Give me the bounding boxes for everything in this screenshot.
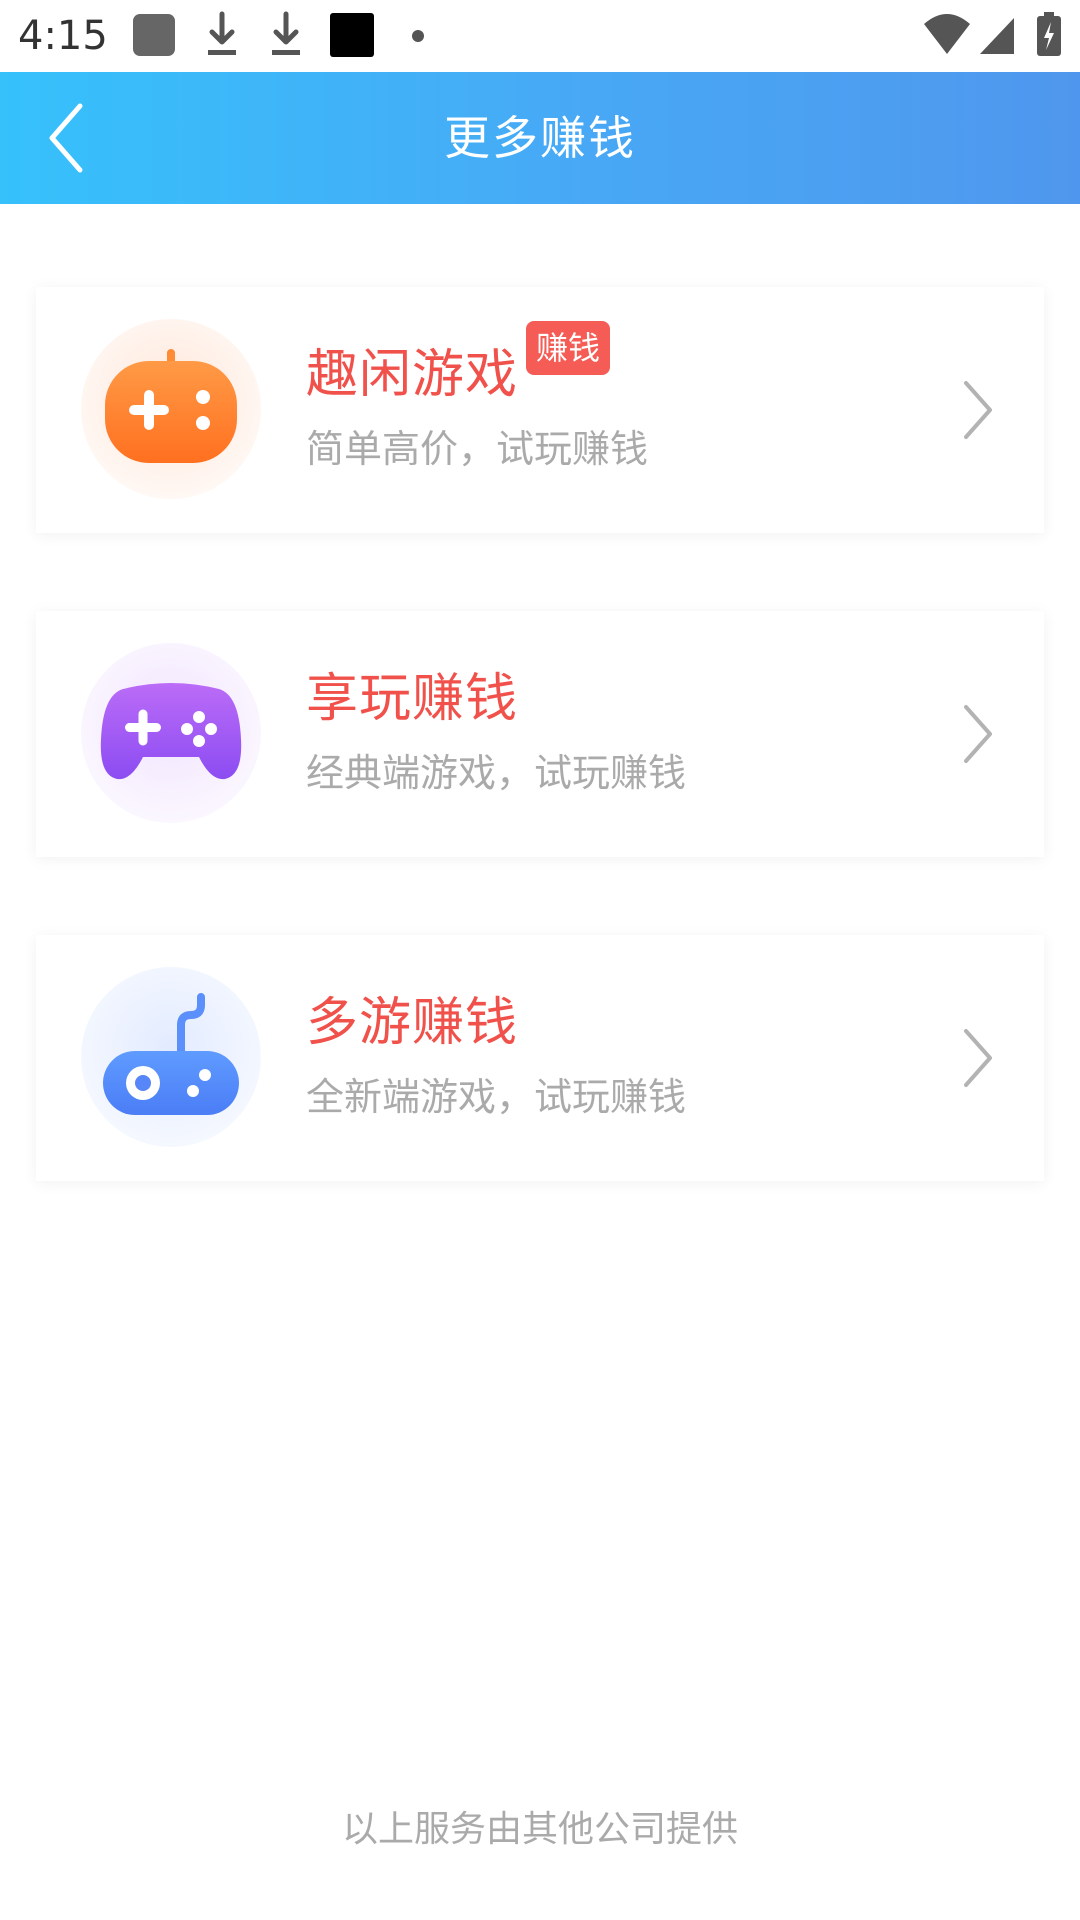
download-icon <box>208 11 236 55</box>
app-notification-icon <box>133 14 175 56</box>
card-enjoy-play[interactable]: 享玩赚钱 经典端游戏，试玩赚钱 <box>36 611 1044 857</box>
screen: 4:15 更多赚钱 趣闲游戏 赚钱 简单高价，试玩赚钱 享玩赚钱 经典端游戏，试… <box>0 0 1080 1920</box>
chevron-right-icon <box>964 381 992 439</box>
chevron-right-icon <box>964 705 992 763</box>
wifi-icon <box>924 14 970 54</box>
orange-gamepad-icon <box>81 319 261 499</box>
app-notification-icon <box>330 13 374 57</box>
card-title-row: 享玩赚钱 <box>306 661 518 737</box>
card-subtitle: 简单高价，试玩赚钱 <box>306 427 649 471</box>
blue-gamepad-icon <box>81 967 261 1147</box>
card-subtitle: 经典端游戏，试玩赚钱 <box>306 751 687 795</box>
back-button[interactable] <box>34 92 126 184</box>
card-title: 趣闲游戏 <box>306 345 519 405</box>
dot-icon <box>412 30 424 42</box>
chevron-left-icon <box>49 103 83 173</box>
card-title-row: 趣闲游戏 赚钱 <box>306 321 611 413</box>
card-multi-games[interactable]: 多游赚钱 全新端游戏，试玩赚钱 <box>36 935 1044 1181</box>
download-icon <box>272 11 300 55</box>
purple-gamepad-icon <box>81 643 261 823</box>
footer-note: 以上服务由其他公司提供 <box>341 1809 738 1850</box>
page-title: 更多赚钱 <box>444 111 636 165</box>
card-title-row: 多游赚钱 <box>306 985 518 1061</box>
earn-badge: 赚钱 <box>526 321 611 375</box>
card-casual-games[interactable]: 趣闲游戏 赚钱 简单高价，试玩赚钱 <box>36 287 1044 533</box>
card-title: 享玩赚钱 <box>306 669 519 729</box>
card-subtitle: 全新端游戏，试玩赚钱 <box>306 1075 687 1119</box>
status-time: 4:15 <box>18 13 108 59</box>
app-bar: 更多赚钱 <box>0 72 1080 204</box>
card-title: 多游赚钱 <box>306 993 519 1053</box>
battery-charging-icon <box>1037 12 1061 56</box>
chevron-right-icon <box>964 1029 992 1087</box>
status-bar: 4:15 <box>0 0 1080 72</box>
cellular-signal-icon <box>980 18 1014 54</box>
